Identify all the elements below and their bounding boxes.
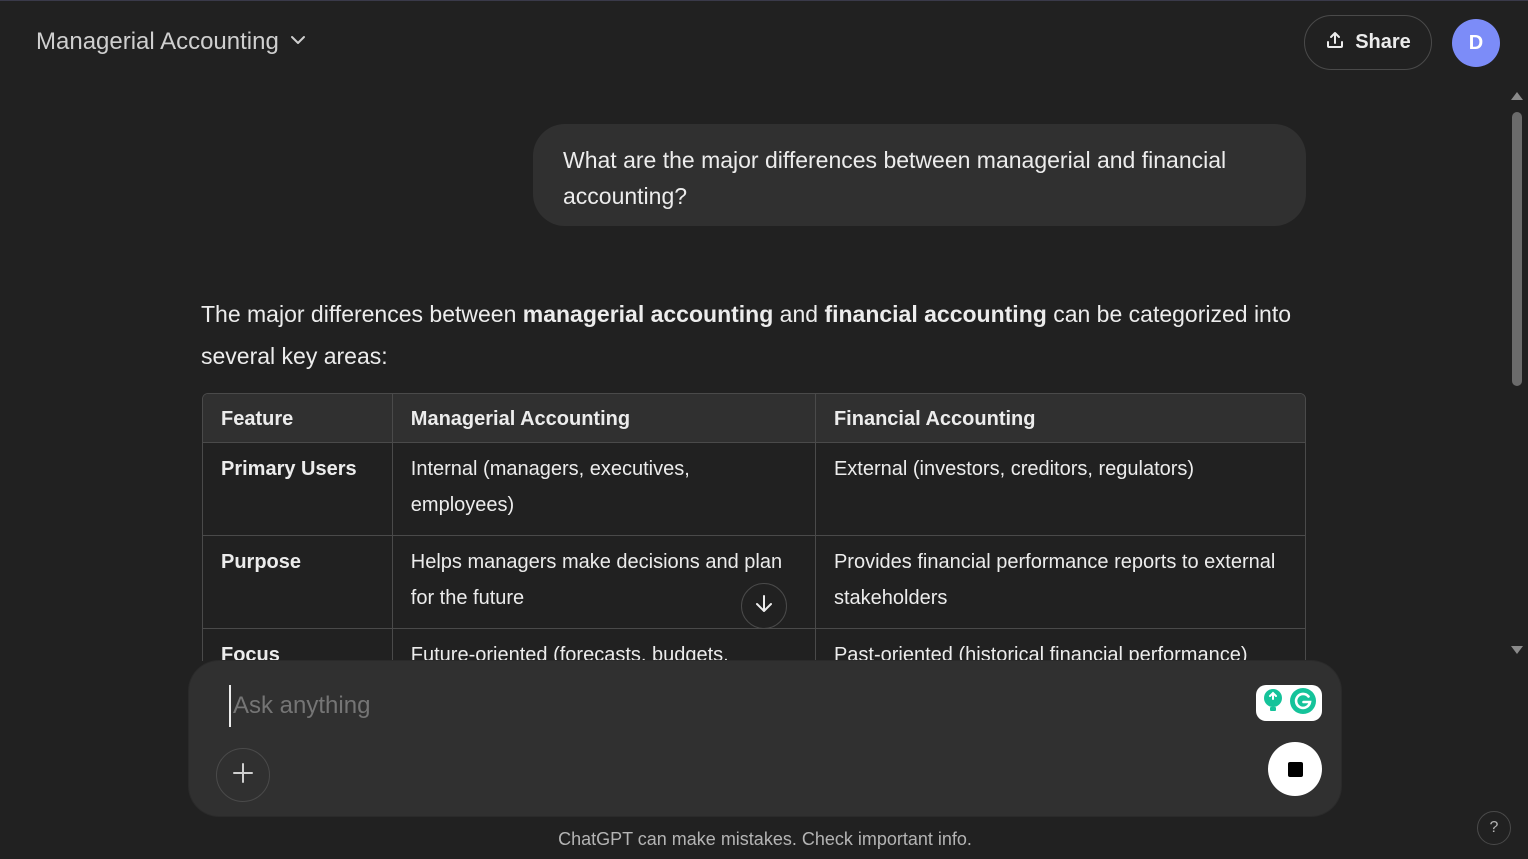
table-cell-feature: Focus <box>203 629 393 661</box>
table-header-row: Feature Managerial Accounting Financial … <box>203 394 1305 443</box>
conversation-title-dropdown[interactable]: Managerial Accounting <box>36 28 307 56</box>
user-message-text: What are the major differences between m… <box>563 147 1227 209</box>
share-label: Share <box>1355 31 1411 53</box>
plus-icon <box>231 761 255 790</box>
stop-generating-button[interactable] <box>1268 742 1322 796</box>
lightbulb-icon <box>1261 688 1285 719</box>
table-header-cell: Managerial Accounting <box>392 394 816 443</box>
table-cell: Provides financial performance reports t… <box>815 536 1305 629</box>
grammarly-icon <box>1289 687 1317 720</box>
conversation-title: Managerial Accounting <box>36 28 279 55</box>
table-header-cell: Financial Accounting <box>815 394 1305 443</box>
grammarly-extension-badge[interactable] <box>1256 685 1322 721</box>
user-message-bubble: What are the major differences between m… <box>533 124 1306 226</box>
stop-icon <box>1287 761 1303 777</box>
table-cell-feature: Purpose <box>203 536 393 629</box>
question-mark-icon: ? <box>1489 819 1499 836</box>
assistant-message-intro: The major differences between managerial… <box>201 293 1311 377</box>
chatgpt-page: Managerial Accounting Share D What are t… <box>0 0 1528 859</box>
table-cell: Past-oriented (historical financial perf… <box>816 629 1305 661</box>
conversation-area: What are the major differences between m… <box>0 86 1500 661</box>
scrollbar-thumb[interactable] <box>1512 112 1522 386</box>
scrollbar-down-arrow[interactable] <box>1511 646 1523 654</box>
intro-bold-financial: financial accounting <box>824 301 1047 327</box>
arrow-down-icon <box>753 593 775 620</box>
table-cell: Future-oriented (forecasts, budgets, <box>393 629 816 661</box>
avatar-initial: D <box>1468 31 1484 54</box>
table-header-cell: Feature <box>203 394 393 443</box>
intro-bold-managerial: managerial accounting <box>522 301 774 327</box>
table-row: Primary Users Internal (managers, execut… <box>203 443 1305 536</box>
intro-text: The major differences between <box>201 301 523 327</box>
share-button[interactable]: Share <box>1304 15 1432 70</box>
table-cell: Internal (managers, executives, employee… <box>392 443 816 536</box>
scroll-to-bottom-button[interactable] <box>741 583 787 629</box>
window-top-border <box>0 0 1528 1</box>
table-row: Focus Future-oriented (forecasts, budget… <box>203 629 1305 661</box>
chevron-down-icon <box>289 28 307 56</box>
composer <box>189 661 1341 816</box>
help-button[interactable]: ? <box>1477 811 1511 845</box>
upload-icon <box>1325 30 1345 56</box>
intro-text: and <box>773 301 825 327</box>
disclaimer-text: ChatGPT can make mistakes. Check importa… <box>558 829 972 849</box>
scrollbar-up-arrow[interactable] <box>1511 92 1523 100</box>
table-cell: External (investors, creditors, regulato… <box>815 443 1305 536</box>
user-avatar[interactable]: D <box>1452 19 1500 67</box>
table-cell-feature: Primary Users <box>203 443 393 536</box>
attach-button[interactable] <box>216 748 270 802</box>
prompt-input[interactable] <box>229 685 1235 727</box>
